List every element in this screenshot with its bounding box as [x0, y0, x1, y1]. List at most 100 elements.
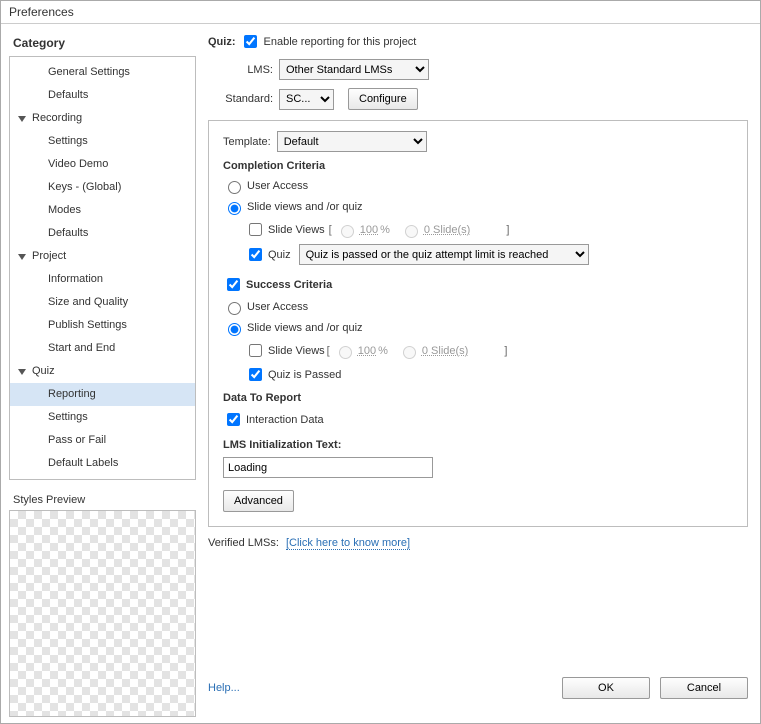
category-item-label: Keys - (Global) [48, 181, 121, 193]
standard-label: Standard: [208, 93, 273, 105]
category-item-label: Information [48, 273, 103, 285]
template-row: Template: Default [223, 131, 733, 152]
interaction-data-row: Interaction Data [223, 410, 733, 429]
styles-preview [9, 510, 196, 717]
category-item-label: Start and End [48, 342, 115, 354]
completion-quiz-sub: Quiz Quiz is passed or the quiz attempt … [245, 244, 733, 265]
category-item[interactable]: General Settings [10, 61, 195, 84]
configure-button[interactable]: Configure [348, 88, 418, 110]
enable-reporting-checkbox[interactable] [244, 35, 257, 48]
category-item[interactable]: Pass or Fail [10, 429, 195, 452]
verified-lms-row: Verified LMSs: [Click here to know more] [208, 537, 748, 549]
verified-lms-link[interactable]: [Click here to know more] [286, 537, 410, 550]
category-item-label: Default Labels [48, 457, 118, 469]
template-label: Template: [223, 136, 271, 148]
preferences-window: Preferences Category General Settings Def… [0, 0, 761, 724]
disclosure-triangle-icon[interactable] [18, 369, 26, 375]
success-slide-views-checkbox[interactable] [249, 344, 262, 357]
completion-slide-views-sub: Slide Views [ 100 % 0 Slide(s) ] [245, 220, 733, 239]
data-to-report-header: Data To Report [223, 392, 733, 404]
completion-slide-views-option[interactable]: Slide views and /or quiz [223, 199, 733, 215]
category-item[interactable]: Information [10, 268, 195, 291]
quiz-label: Quiz: [208, 36, 236, 48]
completion-slides-value: 0 Slide(s) [424, 224, 470, 236]
category-item[interactable]: Size and Quality [10, 291, 195, 314]
help-link[interactable]: Help... [208, 682, 240, 694]
category-item[interactable]: Defaults [10, 222, 195, 245]
success-pct-radio [339, 346, 352, 359]
success-slide-views-option[interactable]: Slide views and /or quiz [223, 320, 733, 336]
category-item[interactable]: Settings [10, 130, 195, 153]
lms-select[interactable]: Other Standard LMSs [279, 59, 429, 80]
window-title: Preferences [1, 1, 760, 24]
category-item[interactable]: Modes [10, 199, 195, 222]
category-item-label: Publish Settings [48, 319, 127, 331]
success-criteria-header: Success Criteria [246, 279, 332, 291]
success-slide-views-text: Slide Views [268, 345, 325, 357]
completion-quiz-label: Quiz [268, 249, 291, 261]
category-item-label: Settings [48, 411, 88, 423]
success-slide-views-radio[interactable] [228, 323, 241, 336]
category-item[interactable]: Start and End [10, 337, 195, 360]
lms-row: LMS: Other Standard LMSs [208, 59, 748, 80]
success-user-access-option[interactable]: User Access [223, 299, 733, 315]
category-item-label: Settings [48, 135, 88, 147]
success-quiz-passed-checkbox[interactable] [249, 368, 262, 381]
success-quiz-passed-row: Quiz is Passed [245, 365, 733, 384]
category-item-label: Defaults [48, 89, 88, 101]
category-item-label: Modes [48, 204, 81, 216]
completion-slide-views-radio[interactable] [228, 202, 241, 215]
category-item[interactable]: Settings [10, 406, 195, 429]
completion-user-access-label: User Access [247, 180, 308, 192]
success-slides-value: 0 Slide(s) [422, 345, 468, 357]
category-item-label: Quiz [32, 362, 55, 381]
ok-button[interactable]: OK [562, 677, 650, 699]
right-column: Quiz: Enable reporting for this project … [196, 26, 760, 723]
success-slides-radio [403, 346, 416, 359]
advanced-button[interactable]: Advanced [223, 490, 294, 512]
category-tree: General Settings Defaults Recording Setting… [9, 56, 196, 480]
category-header: Category [9, 32, 196, 56]
category-item[interactable]: Video Demo [10, 153, 195, 176]
completion-criteria-header: Completion Criteria [223, 160, 733, 172]
enable-reporting-label: Enable reporting for this project [264, 36, 417, 48]
completion-pct-radio [341, 225, 354, 238]
quiz-enable-row: Quiz: Enable reporting for this project [208, 32, 748, 51]
disclosure-triangle-icon[interactable] [18, 116, 26, 122]
category-item[interactable]: Keys - (Global) [10, 176, 195, 199]
category-item-label: Recording [32, 109, 82, 128]
category-item[interactable]: Recording [10, 107, 195, 130]
success-user-access-radio[interactable] [228, 302, 241, 315]
completion-pct-value: 100 [360, 224, 378, 236]
window-body: Category General Settings Defaults Recordi… [1, 24, 760, 723]
interaction-data-checkbox[interactable] [227, 413, 240, 426]
cancel-button[interactable]: Cancel [660, 677, 748, 699]
completion-slide-views-text: Slide Views [268, 224, 325, 236]
category-item[interactable]: Default Labels [10, 452, 195, 475]
category-item-label: Reporting [48, 388, 96, 400]
success-criteria-checkbox[interactable] [227, 278, 240, 291]
success-user-access-label: User Access [247, 301, 308, 313]
success-criteria-row: Success Criteria [223, 275, 733, 294]
category-item[interactable]: Defaults [10, 84, 195, 107]
interaction-data-label: Interaction Data [246, 414, 324, 426]
disclosure-triangle-icon[interactable] [18, 254, 26, 260]
success-quiz-passed-label: Quiz is Passed [268, 369, 341, 381]
completion-user-access-radio[interactable] [228, 181, 241, 194]
category-item[interactable]: Quiz [10, 360, 195, 383]
standard-row: Standard: SC... Configure [208, 88, 748, 110]
category-item[interactable]: Reporting [10, 383, 195, 406]
completion-quiz-checkbox[interactable] [249, 248, 262, 261]
standard-select[interactable]: SC... [279, 89, 334, 110]
category-item-label: General Settings [48, 66, 130, 78]
category-item[interactable]: Project [10, 245, 195, 268]
completion-user-access-option[interactable]: User Access [223, 178, 733, 194]
completion-quiz-select[interactable]: Quiz is passed or the quiz attempt limit… [299, 244, 589, 265]
template-select[interactable]: Default [277, 131, 427, 152]
styles-preview-header: Styles Preview [9, 492, 196, 508]
lms-label: LMS: [208, 64, 273, 76]
category-item[interactable]: Publish Settings [10, 314, 195, 337]
lms-init-input[interactable] [223, 457, 433, 478]
completion-slide-views-checkbox[interactable] [249, 223, 262, 236]
category-item-label: Defaults [48, 227, 88, 239]
